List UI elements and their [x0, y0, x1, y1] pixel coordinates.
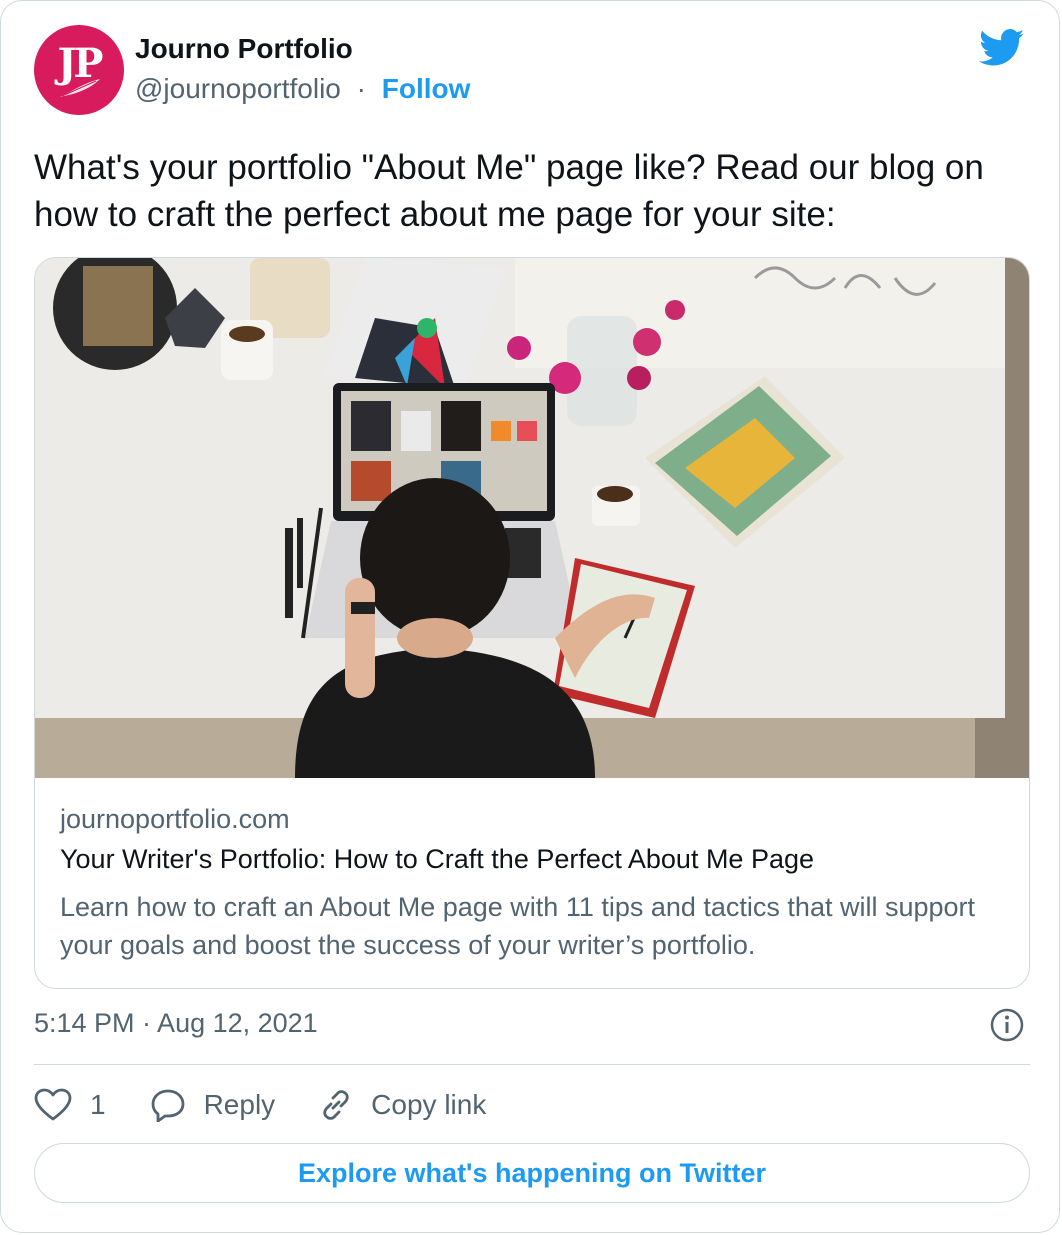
link-domain: journoportfolio.com [60, 804, 290, 834]
speech-bubble-icon [151, 1089, 184, 1122]
link-title: Your Writer's Portfolio: How to Craft th… [60, 844, 815, 874]
tweet-embed-card: JP Journo Portfolio @journoportfolio · F… [0, 0, 1060, 1233]
copy-link-label: Copy link [371, 1089, 487, 1120]
divider [34, 1064, 1030, 1065]
tweet-timestamp[interactable]: 5:14 PM · Aug 12, 2021 [34, 1008, 318, 1039]
tweet-text: What's your portfolio "About Me" page li… [34, 148, 984, 234]
twitter-bird-icon[interactable] [979, 29, 1025, 67]
link-preview-card[interactable]: journoportfolio.com Your Writer's Portfo… [34, 257, 1030, 989]
link-preview-image [35, 258, 1029, 778]
info-icon[interactable] [989, 1007, 1025, 1043]
author-handle-row: @journoportfolio · Follow [135, 73, 470, 105]
link-icon [323, 1090, 349, 1120]
copy-link-button[interactable]: Copy link [319, 1088, 486, 1122]
reply-label: Reply [203, 1089, 276, 1120]
reply-button[interactable]: Reply [150, 1088, 276, 1122]
like-count: 1 [90, 1089, 106, 1120]
author-name[interactable]: Journo Portfolio [135, 33, 353, 65]
author-handle[interactable]: @journoportfolio [135, 73, 341, 104]
tweet-actions: 1 Reply Copy link [34, 1083, 530, 1127]
heart-icon [34, 1088, 72, 1121]
link-description: Learn how to craft an About Me page with… [60, 892, 976, 960]
avatar[interactable]: JP [34, 25, 124, 115]
feather-icon [60, 79, 100, 97]
like-button[interactable]: 1 [34, 1088, 106, 1122]
explore-twitter-button[interactable]: Explore what's happening on Twitter [34, 1143, 1030, 1203]
link-preview-text: journoportfolio.com Your Writer's Portfo… [60, 804, 1010, 964]
follow-button[interactable]: Follow [382, 73, 471, 104]
handle-separator: · [356, 73, 366, 104]
